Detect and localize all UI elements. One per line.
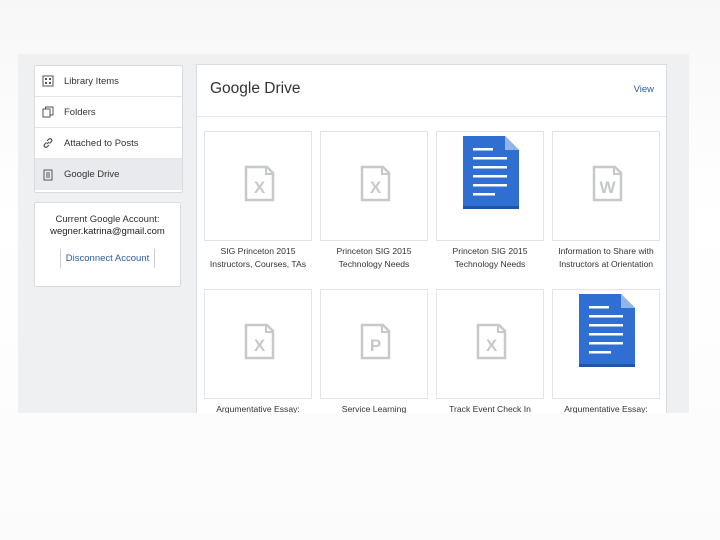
- svg-text:W: W: [599, 178, 616, 197]
- file-tile[interactable]: P: [320, 289, 428, 399]
- file-tile[interactable]: X: [436, 289, 544, 399]
- folders-icon: [42, 106, 54, 118]
- file-name-line-2: Instructors, Courses, TAs: [209, 259, 307, 269]
- file-tile[interactable]: [436, 131, 544, 241]
- file-name: Argumentative Essay:: [195, 403, 321, 413]
- file-tile[interactable]: W: [552, 131, 660, 241]
- account-label: Current Google Account:: [55, 214, 160, 225]
- file-name-line-1: Track Event Check In: [449, 404, 531, 413]
- file-tile[interactable]: X: [320, 131, 428, 241]
- file-name-line-1: Argumentative Essay:: [564, 404, 648, 413]
- sidebar-item-label: Library Items: [64, 75, 119, 87]
- file-name: Track Event Check In: [427, 403, 553, 413]
- file-name: Princeton SIG 2015 Technology Needs: [427, 245, 553, 271]
- sidebar-item-label: Google Drive: [64, 169, 120, 180]
- file-name-line-1: Princeton SIG 2015: [452, 246, 528, 256]
- file-tile[interactable]: X: [204, 131, 312, 241]
- account-email: wegner.katrina@gmail.com: [50, 226, 165, 237]
- file-name: Service Learning: [311, 403, 437, 413]
- file-name-line-2: Technology Needs: [454, 259, 526, 269]
- word-file-icon: W: [592, 165, 623, 202]
- link-icon: [42, 137, 54, 149]
- sidebar-item-folders[interactable]: Folders: [35, 97, 182, 128]
- powerpoint-file-icon: P: [360, 323, 391, 360]
- sidebar-item-google-drive[interactable]: Google Drive: [35, 159, 182, 190]
- google-drive-panel: Google Drive View X SIG Princeton 2015 Ins…: [196, 64, 667, 413]
- file-name-line-1: Service Learning: [341, 404, 407, 413]
- google-doc-icon: [579, 294, 635, 367]
- grid-icon: [42, 75, 54, 87]
- file-name: Information to Share with Instructors at …: [543, 245, 669, 271]
- file-tile[interactable]: X: [204, 289, 312, 399]
- disconnect-account-button[interactable]: Disconnect Account: [59, 249, 156, 268]
- sidebar-item-label: Folders: [64, 106, 96, 118]
- svg-text:X: X: [486, 336, 498, 355]
- excel-file-icon: X: [360, 165, 391, 202]
- sidebar-item-label: Attached to Posts: [64, 137, 139, 149]
- excel-file-icon: X: [244, 323, 275, 360]
- document-icon: [42, 169, 54, 181]
- screenshot-area: Library Items Folders Attached to Posts …: [18, 54, 689, 413]
- file-name: Princeton SIG 2015 Technology Needs: [311, 245, 437, 271]
- file-tile[interactable]: [552, 289, 660, 399]
- file-name-line-2: Instructors at Orientation: [558, 259, 654, 269]
- svg-text:X: X: [254, 178, 266, 197]
- svg-text:X: X: [254, 336, 266, 355]
- file-name-line-1: Information to Share with: [558, 246, 654, 256]
- page-title: Google Drive: [210, 80, 301, 97]
- excel-file-icon: X: [244, 165, 275, 202]
- file-name-line-2: Technology Needs: [338, 259, 410, 269]
- file-name-line-1: Princeton SIG 2015: [336, 246, 412, 256]
- file-name: Argumentative Essay:: [543, 403, 669, 413]
- file-name: SIG Princeton 2015 Instructors, Courses, …: [195, 245, 321, 271]
- google-doc-icon: [463, 136, 519, 209]
- sidebar-item-attached-to-posts[interactable]: Attached to Posts: [35, 128, 182, 159]
- file-name-line-1: Argumentative Essay:: [216, 404, 300, 413]
- svg-text:P: P: [370, 336, 381, 355]
- file-name-line-1: SIG Princeton 2015: [220, 246, 296, 256]
- sidebar-nav: Library Items Folders Attached to Posts …: [34, 65, 183, 193]
- google-account-panel: Current Google Account: wegner.katrina@g…: [34, 202, 181, 287]
- sidebar-item-library-items[interactable]: Library Items: [35, 66, 182, 97]
- svg-text:X: X: [370, 178, 382, 197]
- view-link[interactable]: View: [634, 84, 654, 95]
- divider: [197, 116, 666, 117]
- excel-file-icon: X: [476, 323, 507, 360]
